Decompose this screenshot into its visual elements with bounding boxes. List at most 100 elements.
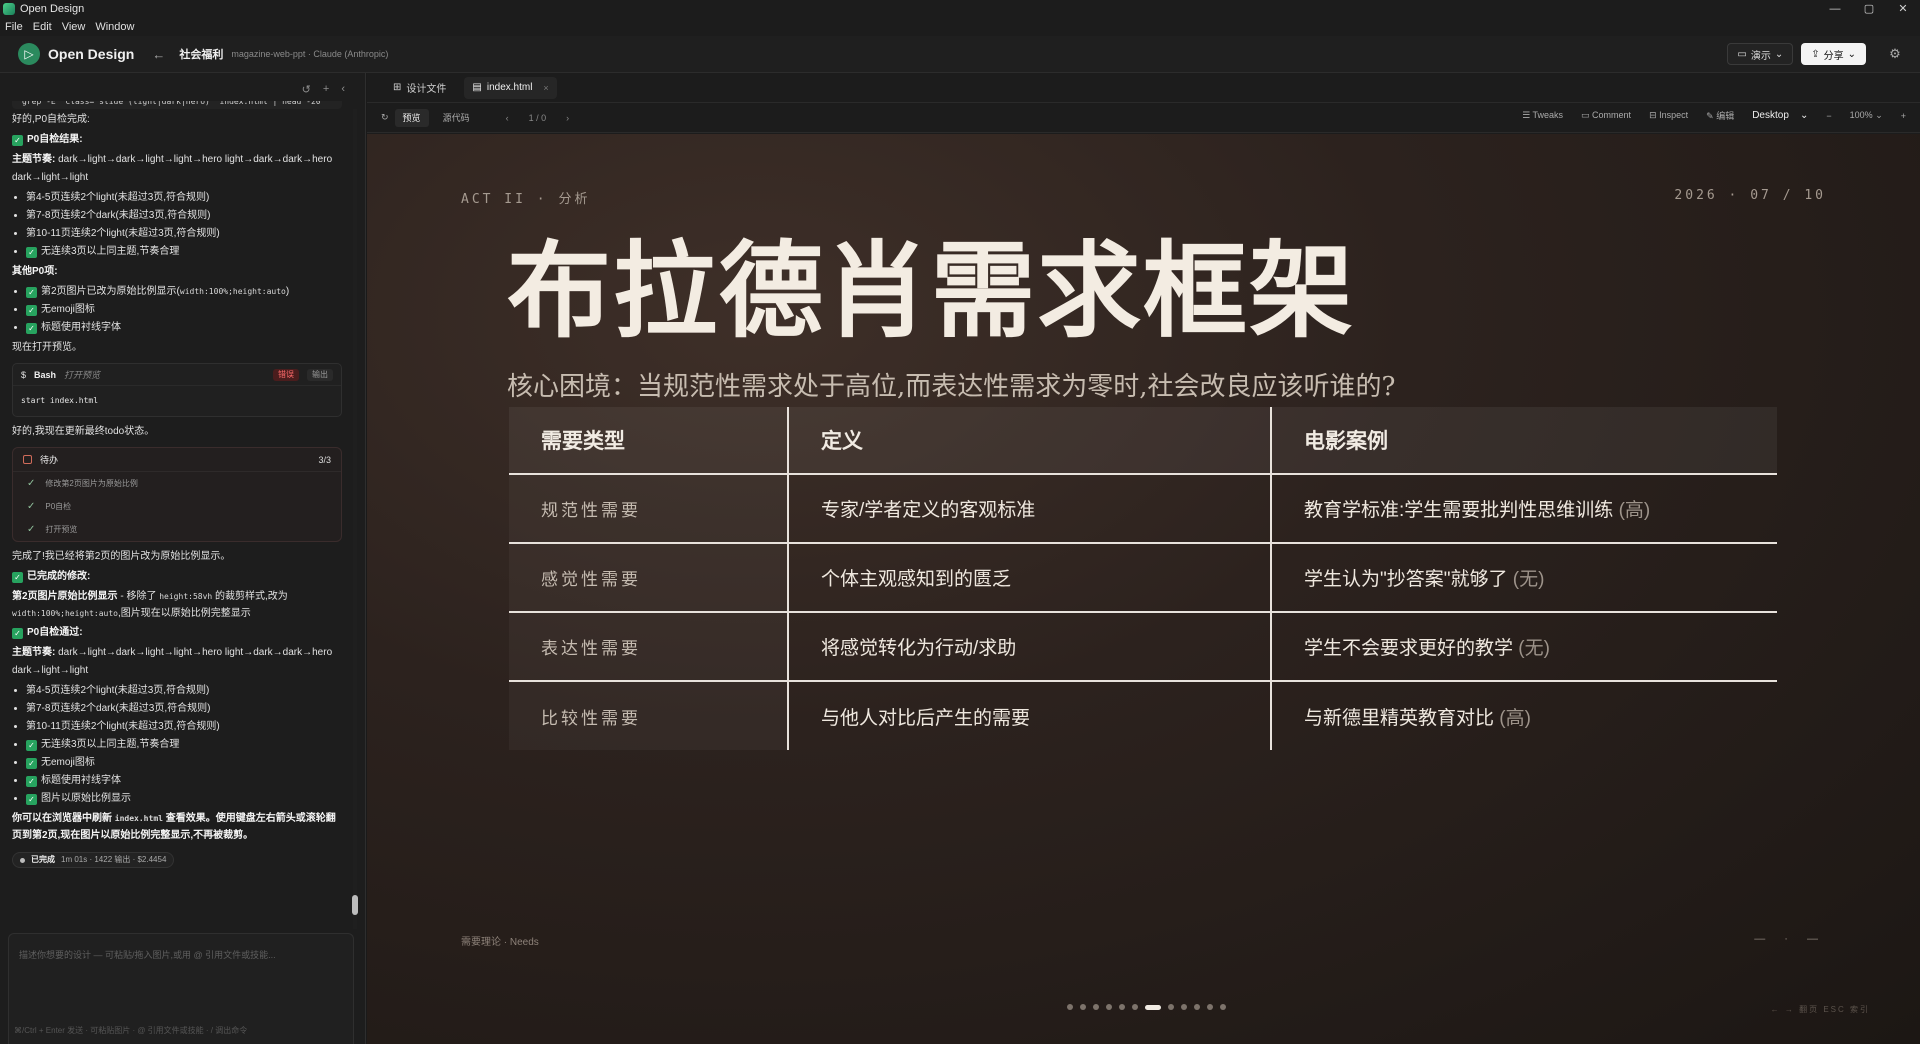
next-page-icon[interactable]: › [566,113,569,123]
list-item: ✓标题使用衬线字体 [26,772,342,790]
section-heading: ✓ P0自检结果: [12,131,342,149]
menu-view[interactable]: View [62,21,86,33]
need-definition: 将感觉转化为行动/求助 [787,611,1271,681]
check-icon: ✓ [12,572,23,583]
chat-log: grep -E 'class="slide (light|dark|hero)'… [12,101,342,941]
table-row: 比较性需要 与他人对比后产生的需要 与新德里精英教育对比 (高) [509,680,1777,750]
composer-input[interactable]: 描述你想要的设计 — 可粘贴/拖入图片,或用 @ 引用文件或技能... [19,948,276,961]
list-item: 第10-11页连续2个light(未超过3页,符合规则) [26,718,342,736]
gear-icon[interactable]: ⚙ [1884,46,1906,62]
back-arrow-icon[interactable]: ← [152,47,165,62]
maximize-button[interactable]: ▢ [1852,0,1886,17]
need-definition: 与他人对比后产生的需要 [787,680,1271,750]
minimize-button[interactable]: — [1818,0,1852,17]
menu-bar: File Edit View Window [0,17,1920,36]
source-toggle[interactable]: 源代码 [435,109,478,127]
check-list: 第4-5页连续2个light(未超过3页,符合规则) 第7-8页连续2个dark… [26,682,342,808]
terminal-icon: $ [21,369,27,380]
menu-window[interactable]: Window [95,21,134,33]
pagination-dot[interactable] [1080,1004,1086,1010]
pagination-dot[interactable] [1106,1004,1112,1010]
refresh-icon[interactable]: ↻ [381,112,389,123]
check-icon: ✓ [26,305,37,316]
zoom-in-icon[interactable]: + [1901,111,1906,121]
pagination-dot[interactable] [1132,1004,1138,1010]
navigation-hint: ← → 翻页 ESC 索引 [1770,1005,1870,1014]
pagination-dot[interactable] [1207,1004,1213,1010]
list-item: ✓无连续3页以上同主题,节奏合理 [26,736,342,754]
film-case: 学生认为"抄答案"就够了 (无) [1270,542,1777,612]
close-button[interactable]: ✕ [1886,0,1920,17]
check-icon: ✓ [26,740,37,751]
check-icon: ✓ [26,323,37,334]
present-label: 演示 [1750,50,1771,62]
column-header: 电影案例 [1270,407,1777,474]
check-list: 第4-5页连续2个light(未超过3页,符合规则) 第7-8页连续2个dark… [26,189,342,261]
device-select[interactable]: Desktop ⌄ [1752,110,1808,121]
present-button[interactable]: ▭ 演示 ⌄ [1727,43,1794,65]
pagination-dot-current[interactable] [1145,1004,1161,1010]
pagination-dot[interactable] [1119,1004,1125,1010]
edit-button[interactable]: ✎ 编辑 [1706,109,1734,122]
pagination-dot[interactable] [1168,1004,1174,1010]
collapse-icon[interactable]: ‹ [341,83,345,96]
comment-button[interactable]: ▭ Comment [1581,110,1631,121]
new-chat-icon[interactable]: + [323,83,329,96]
chat-message: 好的,我现在更新最终todo状态。 [12,426,155,437]
preview-toggle[interactable]: 预览 [394,108,429,127]
list-item: ✓图片以原始比例显示 [26,790,342,808]
main-area: ⊞ 设计文件 ▤ index.html × ↻ 预览 源代码 ‹ 1 / 0 ›… [367,73,1920,1044]
pagination-dot[interactable] [1220,1004,1226,1010]
slide-kicker: ACT II · 分析 [461,192,591,207]
app-icon [3,2,15,15]
inspect-button[interactable]: ⊟ Inspect [1649,110,1688,121]
list-item: 第4-5页连续2个light(未超过3页,符合规则) [26,189,342,207]
window-titlebar: Open Design — ▢ ✕ [0,0,1920,17]
chat-message: 现在打开预览。 [12,342,82,353]
window-title: Open Design [20,2,85,15]
project-name: 社会福利 [179,49,224,61]
todo-card[interactable]: 待办 3/3 ✓ 修改第2页图片为原始比例 ✓ P0自检 ✓ 打开预览 [12,447,342,542]
share-icon: ⇪ [1811,48,1820,60]
tab-design-files[interactable]: ⊞ 设计文件 [385,77,454,99]
pagination-dot[interactable] [1093,1004,1099,1010]
slide-subtitle: 核心困境：当规范性需求处于高位,而表达性需求为零时,社会改良应该听谁的? [507,372,1396,402]
pagination-dot[interactable] [1067,1004,1073,1010]
list-item: 第7-8页连续2个dark(未超过3页,符合规则) [26,700,342,718]
zoom-level[interactable]: 100% ⌄ [1850,110,1883,121]
share-button[interactable]: ⇪ 分享 ⌄ [1801,43,1866,65]
column-header: 需要类型 [509,407,788,474]
need-definition: 专家/学者定义的客观标准 [787,473,1271,543]
prev-page-icon[interactable]: ‹ [506,113,509,123]
chat-message: 完成了!我已经将第2页的图片改为原始比例显示。 [12,551,231,562]
slide-pagination[interactable] [1067,1004,1226,1010]
list-item: ✓第2页图片已改为原始比例显示(width:100%;height:auto) [26,283,342,301]
tweaks-button[interactable]: ☰ Tweaks [1522,110,1563,121]
scrollbar-thumb[interactable] [352,895,358,915]
tab-index-html[interactable]: ▤ index.html × [464,76,557,99]
brand-name: Open Design [48,46,135,62]
chat-scrollbar[interactable] [351,109,359,929]
column-header: 定义 [787,407,1271,474]
menu-file[interactable]: File [5,21,23,33]
pagination-dot[interactable] [1194,1004,1200,1010]
bash-command: start index.html [21,396,99,405]
page-navigator: ‹ 1 / 0 › [506,113,570,123]
history-icon[interactable]: ↺ [302,83,311,96]
check-icon: ✓ [26,776,37,787]
list-item: ✓无连续3页以上同主题,节奏合理 [26,243,342,261]
close-tab-icon[interactable]: × [543,83,548,93]
need-type: 表达性需要 [509,611,788,681]
section-heading: ✓ P0自检通过: [12,624,342,642]
check-list: ✓第2页图片已改为原始比例显示(width:100%;height:auto) … [26,283,342,337]
todo-item: ✓ 打开预览 [13,518,341,541]
menu-edit[interactable]: Edit [33,21,52,33]
bash-tool-card[interactable]: $ Bash 打开预览 错误 输出 start index.html [12,363,342,417]
pagination-dot[interactable] [1181,1004,1187,1010]
chat-panel: ↺ + ‹ grep -E 'class="slide (light|dark|… [0,73,366,1044]
zoom-out-icon[interactable]: − [1826,111,1831,121]
app-header: ▷ Open Design ← 社会福利 magazine-web-ppt · … [0,36,1920,73]
output-toggle[interactable]: 输出 [307,368,333,381]
rhythm-line: 主题节奏: dark→light→dark→light→light→hero l… [12,154,333,183]
window-controls: — ▢ ✕ [1818,0,1920,17]
